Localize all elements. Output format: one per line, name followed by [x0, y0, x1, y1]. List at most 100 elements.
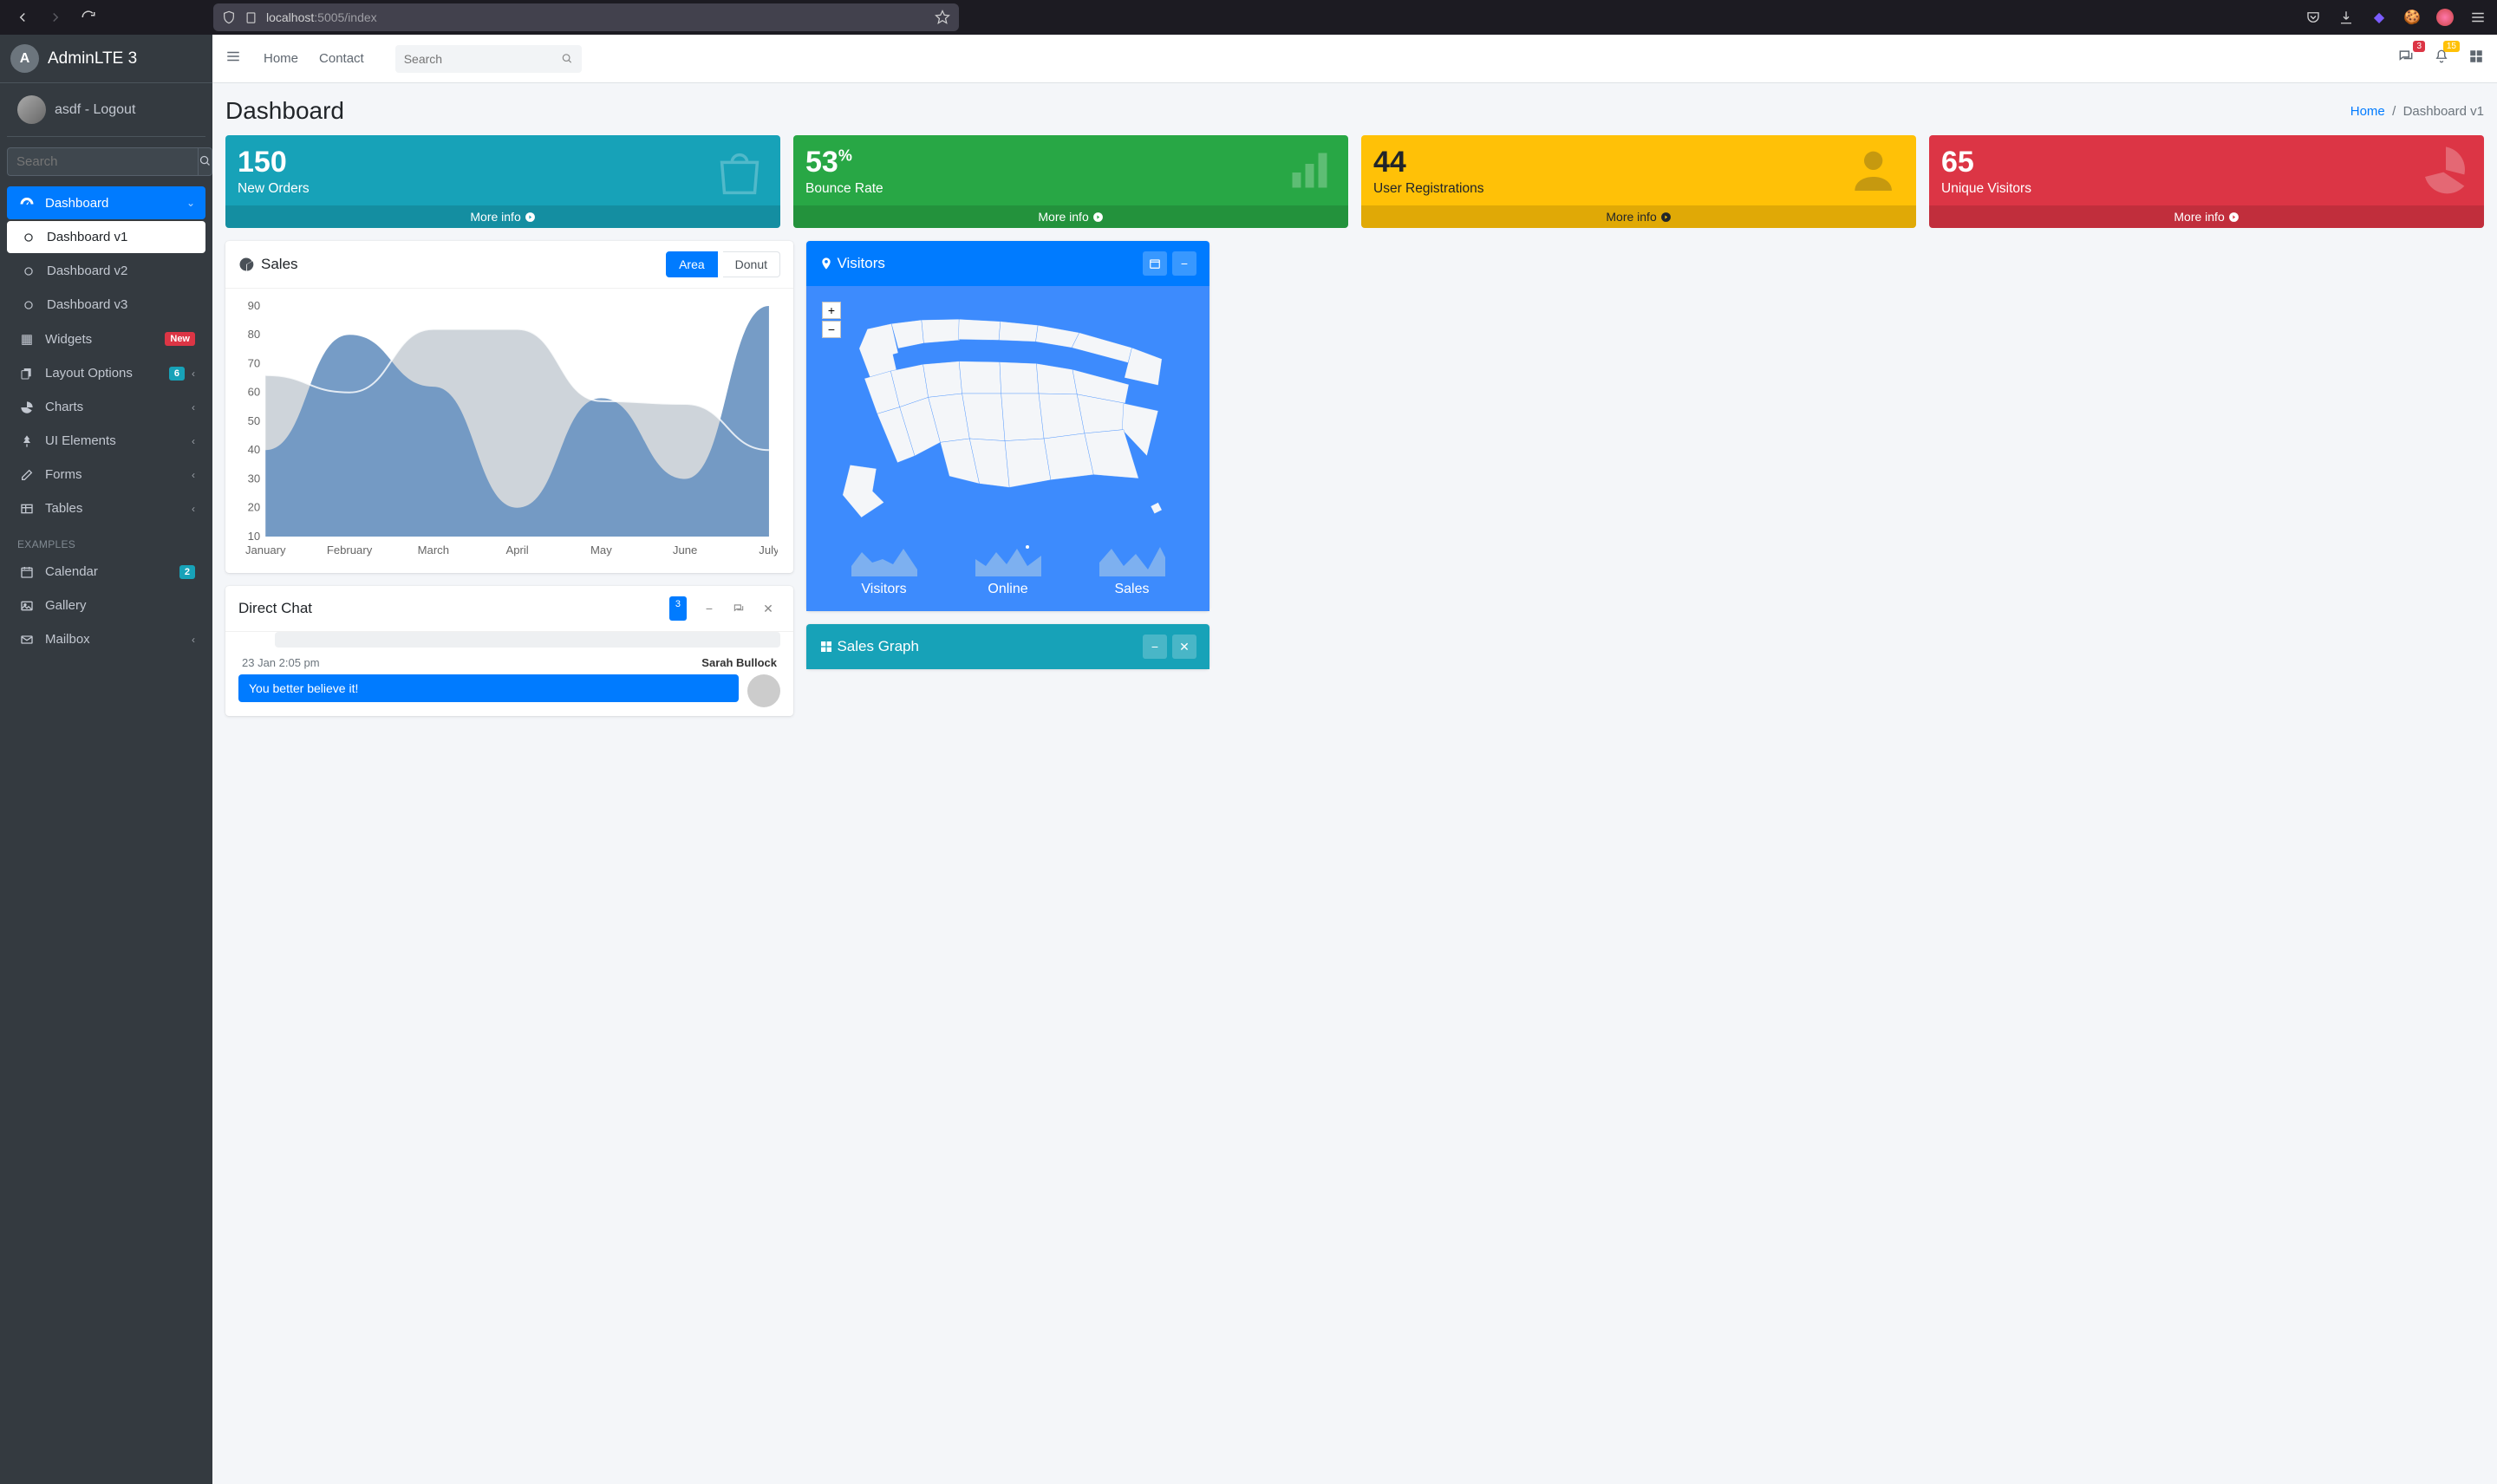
collapse-button[interactable]: −	[1143, 635, 1167, 659]
tab-area[interactable]: Area	[666, 251, 718, 277]
user-panel[interactable]: asdf - Logout	[7, 83, 205, 137]
grid-icon: ▦	[17, 331, 36, 347]
svg-text:10: 10	[248, 530, 261, 543]
map-zoom-out[interactable]: −	[822, 321, 841, 338]
circle-icon	[19, 299, 38, 311]
sales-graph-card: Sales Graph − ✕	[806, 624, 1209, 669]
ext-icon-2[interactable]: 🍪	[2403, 9, 2421, 26]
sidebar-item-calendar[interactable]: Calendar 2	[7, 556, 205, 588]
topbar: Home Contact 3 15	[212, 35, 2497, 83]
sidebar-item-dashboard-v2[interactable]: Dashboard v2	[7, 255, 205, 287]
small-box-registrations: 44User Registrations More info	[1361, 135, 1916, 228]
previous-message	[275, 632, 780, 648]
more-info-visitors[interactable]: More info	[1929, 205, 2484, 228]
sidebar-item-mailbox[interactable]: Mailbox ‹	[7, 623, 205, 655]
tab-donut[interactable]: Donut	[723, 251, 780, 277]
sidebar-search-input[interactable]	[7, 147, 199, 176]
content-header: Dashboard Home / Dashboard v1	[212, 83, 2497, 135]
close-button[interactable]: ✕	[756, 596, 780, 621]
user-label: asdf - Logout	[55, 102, 135, 118]
sidebar-search	[7, 147, 205, 176]
map-body: + −	[806, 286, 1209, 611]
svg-text:20: 20	[248, 501, 261, 514]
topnav-contact[interactable]: Contact	[319, 51, 364, 66]
chat-toggle-button[interactable]	[727, 596, 751, 621]
svg-text:February: February	[327, 543, 373, 556]
shield-icon	[222, 10, 236, 24]
collapse-button[interactable]: −	[1172, 251, 1196, 276]
brand-logo: A	[10, 44, 39, 73]
comments-icon	[2397, 48, 2415, 65]
sales-title: Sales	[261, 256, 298, 273]
fullscreen-button[interactable]	[2468, 49, 2484, 68]
us-map[interactable]	[822, 303, 1194, 529]
sidebar-item-forms[interactable]: Forms ‹	[7, 459, 205, 491]
notifications-button[interactable]: 15	[2434, 48, 2449, 69]
badge-2: 2	[179, 565, 195, 579]
map-zoom-in[interactable]: +	[822, 302, 841, 319]
avatar	[747, 674, 780, 707]
envelope-icon	[17, 633, 36, 647]
pie-icon	[17, 400, 36, 414]
notifications-count: 15	[2443, 41, 2460, 52]
sidebar-item-widgets[interactable]: ▦ Widgets New	[7, 322, 205, 355]
topnav-home[interactable]: Home	[264, 51, 298, 66]
chat-sender: Sarah Bullock	[701, 656, 777, 669]
map-stat-online: Online	[946, 533, 1070, 599]
reload-button[interactable]	[76, 5, 101, 29]
more-info-bounce[interactable]: More info	[793, 205, 1348, 228]
sparkline-icon	[1099, 540, 1165, 576]
tree-icon	[17, 434, 36, 448]
sidebar-item-layout[interactable]: Layout Options 6 ‹	[7, 357, 205, 389]
svg-text:40: 40	[248, 443, 261, 456]
image-icon	[17, 599, 36, 613]
topbar-search-input[interactable]	[404, 52, 561, 66]
hamburger-icon[interactable]	[2469, 9, 2487, 26]
chat-text: You better believe it!	[238, 674, 739, 702]
sidebar-header-examples: EXAMPLES	[7, 526, 205, 556]
brand[interactable]: A AdminLTE 3	[0, 35, 212, 83]
more-info-registrations[interactable]: More info	[1361, 205, 1916, 228]
menu-toggle[interactable]	[225, 49, 241, 68]
badge-new: New	[165, 332, 195, 346]
table-icon	[17, 502, 36, 516]
more-info-orders[interactable]: More info	[225, 205, 780, 228]
ext-icon-1[interactable]: ◆	[2370, 9, 2388, 26]
close-button[interactable]: ✕	[1172, 635, 1196, 659]
sidebar-item-ui[interactable]: UI Elements ‹	[7, 425, 205, 457]
minimize-button[interactable]: −	[697, 596, 721, 621]
small-boxes-row: 150New Orders More info 53%Bounce Rate M…	[212, 135, 2497, 228]
user-plus-icon	[1850, 142, 1906, 211]
svg-text:30: 30	[248, 472, 261, 485]
download-icon[interactable]	[2337, 9, 2355, 26]
profile-icon[interactable]	[2436, 9, 2454, 26]
sidebar-item-dashboard[interactable]: Dashboard ⌄	[7, 186, 205, 219]
pie-icon	[2418, 142, 2474, 211]
svg-text:April: April	[505, 543, 528, 556]
svg-text:70: 70	[248, 357, 261, 370]
sidebar-search-button[interactable]	[199, 147, 212, 176]
search-icon[interactable]	[561, 52, 573, 65]
bars-icon	[1286, 142, 1338, 207]
back-button[interactable]	[10, 5, 35, 29]
chevron-left-icon: ‹	[192, 435, 195, 447]
sidebar-item-gallery[interactable]: Gallery	[7, 589, 205, 622]
url-text: localhost:5005/index	[266, 10, 377, 24]
forward-button[interactable]	[43, 5, 68, 29]
sidebar-item-dashboard-v1[interactable]: Dashboard v1	[7, 221, 205, 253]
sidebar-item-charts[interactable]: Charts ‹	[7, 391, 205, 423]
sidebar-item-tables[interactable]: Tables ‹	[7, 492, 205, 524]
url-bar[interactable]: localhost:5005/index	[213, 3, 959, 31]
search-icon	[199, 154, 212, 167]
svg-text:80: 80	[248, 328, 261, 341]
pocket-icon[interactable]	[2305, 9, 2322, 26]
chevron-left-icon: ‹	[192, 503, 195, 515]
breadcrumb-home[interactable]: Home	[2350, 104, 2385, 119]
messages-button[interactable]: 3	[2397, 48, 2415, 69]
bookmark-icon[interactable]	[935, 10, 950, 25]
sidebar-item-dashboard-v3[interactable]: Dashboard v3	[7, 289, 205, 321]
svg-text:January: January	[245, 543, 286, 556]
svg-text:60: 60	[248, 386, 261, 399]
tachometer-icon	[17, 195, 36, 211]
date-button[interactable]	[1143, 251, 1167, 276]
